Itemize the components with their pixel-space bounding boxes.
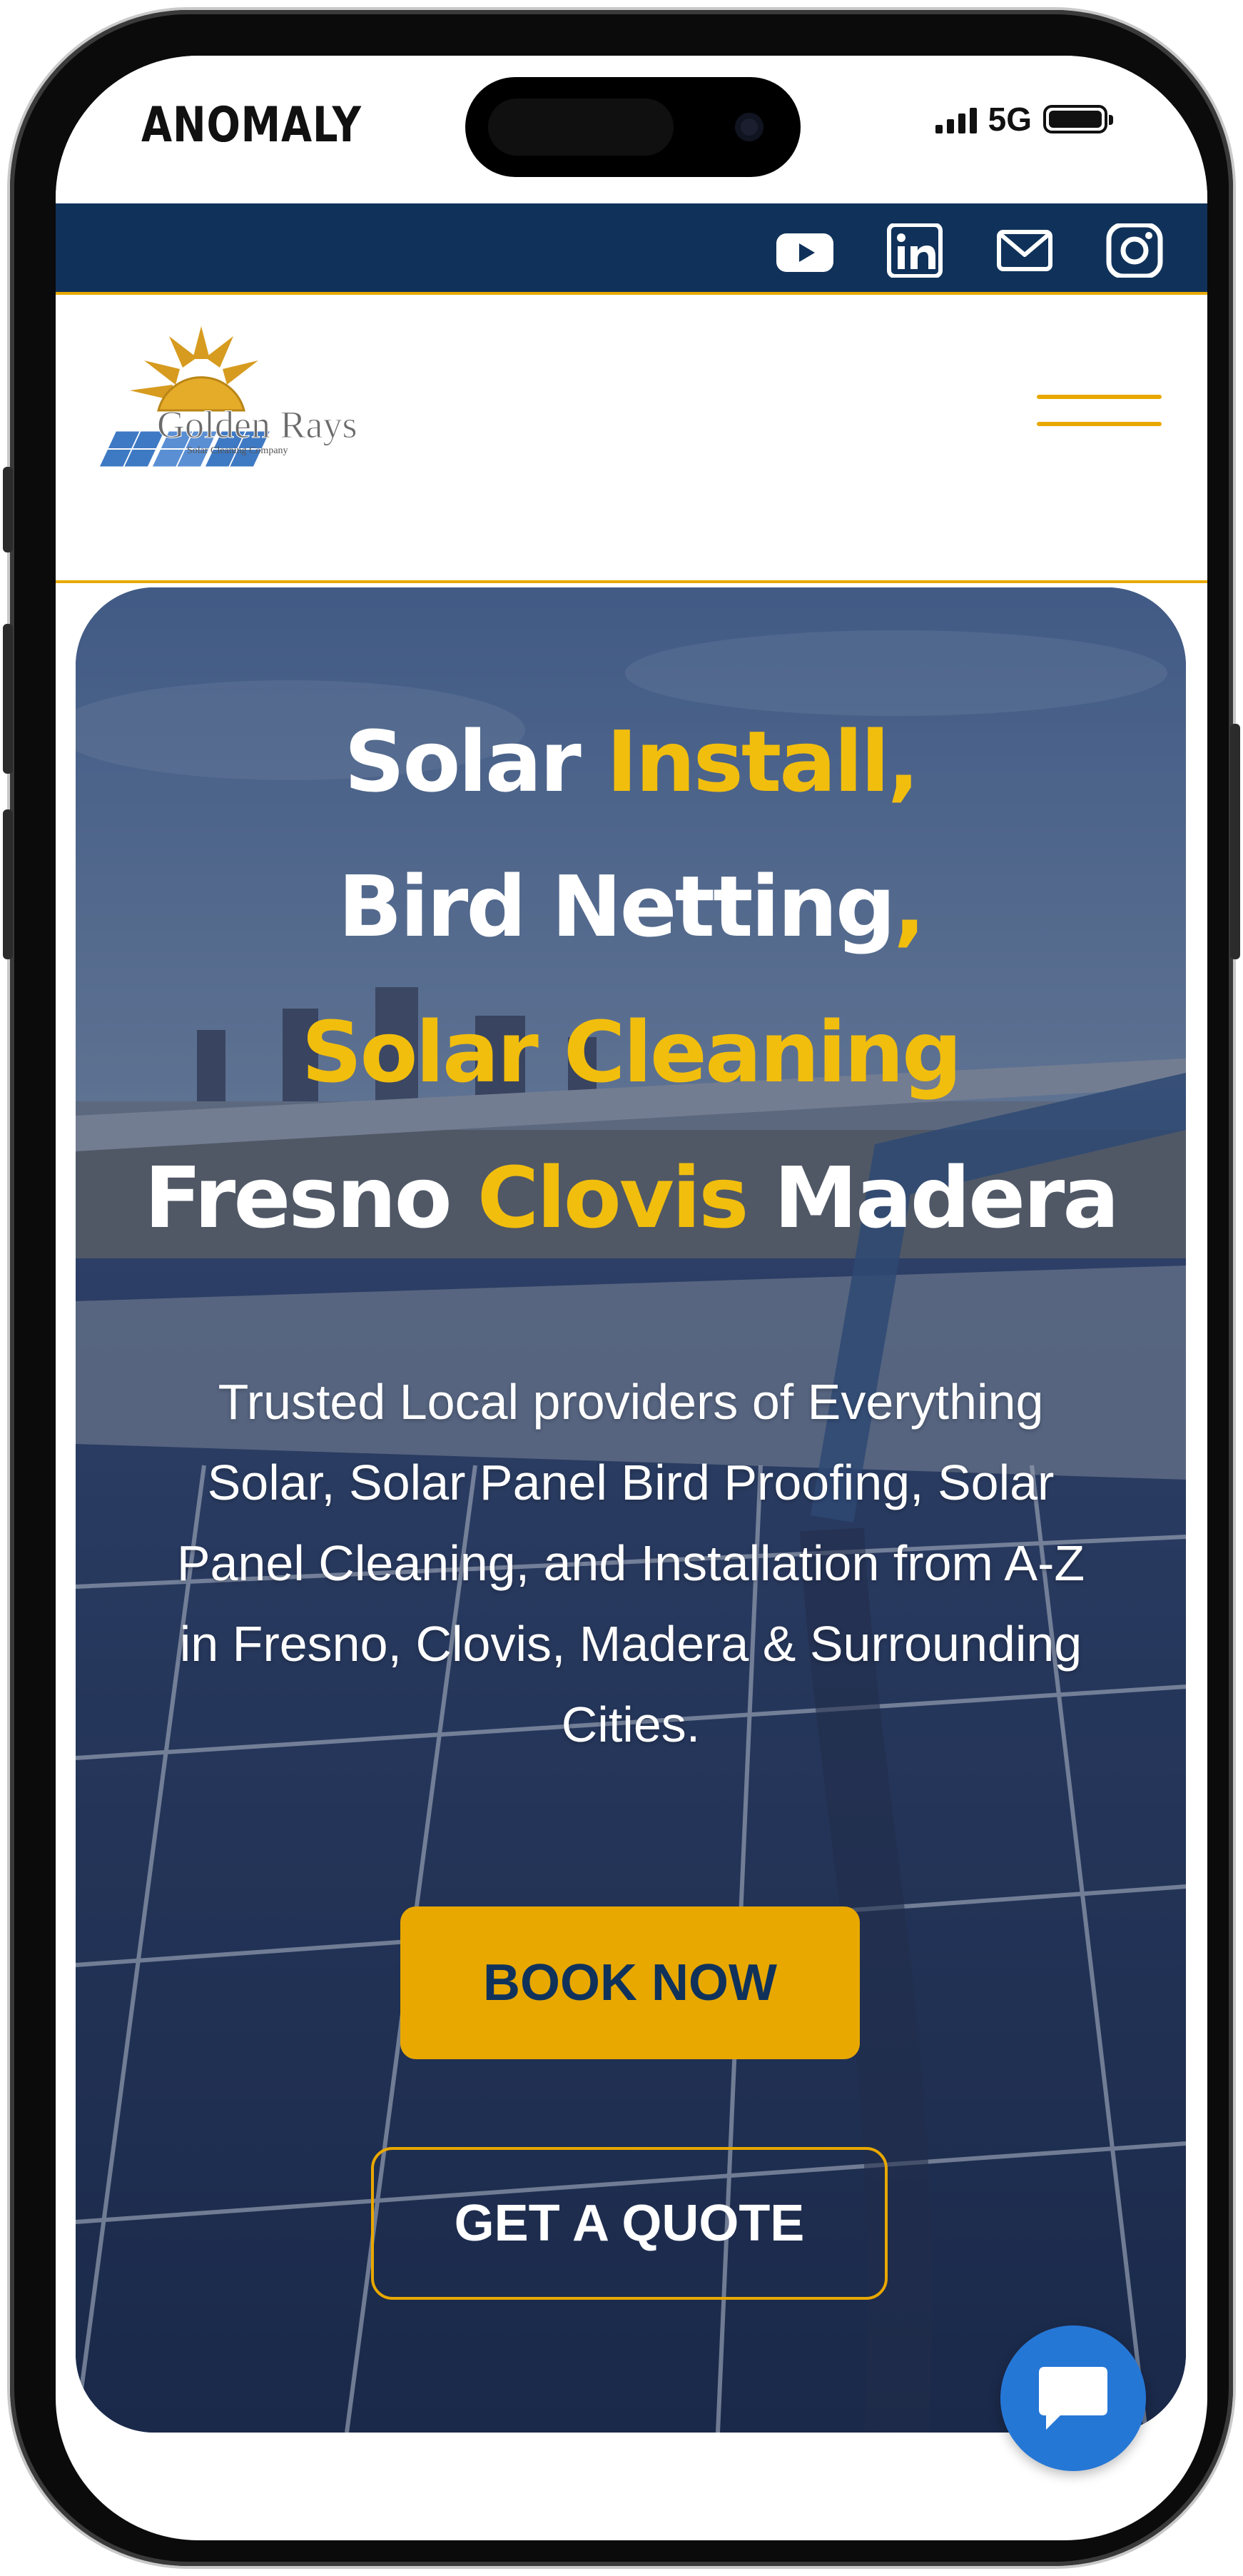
hero-content: Solar Install, Bird Netting, Solar Clean… (76, 587, 1186, 2433)
headline-madera: Madera (746, 1148, 1120, 1247)
headline-solar: Solar (344, 712, 607, 811)
logo-tagline: Solar Cleaning Company (187, 445, 288, 456)
camera-lens (735, 113, 763, 141)
instagram-icon[interactable] (1105, 223, 1165, 278)
headline-clovis: Clovis (477, 1148, 749, 1247)
battery-icon (1043, 105, 1113, 133)
signal-icon (935, 105, 977, 133)
headline-solar-cleaning: Solar Cleaning (301, 1003, 962, 1101)
chat-bubble-icon (1039, 2367, 1107, 2430)
chat-widget-button[interactable] (1000, 2325, 1146, 2471)
youtube-icon[interactable] (775, 223, 835, 278)
hero-section: Solar Install, Bird Netting, Solar Clean… (76, 587, 1186, 2433)
status-indicators: 5G (935, 100, 1113, 138)
site-header: Golden Rays Solar Cleaning Company (56, 295, 1207, 583)
carrier-label: ANOMALY (141, 97, 362, 153)
volume-down-button (3, 809, 13, 959)
golden-rays-logo[interactable]: Golden Rays Solar Cleaning Company (94, 323, 394, 502)
dynamic-island (465, 77, 801, 177)
mute-switch (3, 467, 13, 552)
headline-line-2: Bird Netting, (76, 864, 1186, 949)
headline-bird-netting: Bird Netting (338, 857, 896, 956)
headline-fresno: Fresno (144, 1148, 477, 1247)
get-a-quote-button[interactable]: GET A QUOTE (371, 2147, 888, 2300)
status-bar: ANOMALY 5G (56, 56, 1207, 203)
phone-frame: ANOMALY 5G Golden Rays Solar Cleaning Co… (3, 10, 1240, 2566)
network-label: 5G (988, 101, 1032, 138)
book-now-button[interactable]: BOOK NOW (400, 1906, 860, 2059)
logo-wordmark: Golden Rays (157, 403, 357, 446)
menu-button[interactable] (1037, 395, 1162, 426)
headline-comma: , (893, 857, 925, 956)
social-topbar (56, 203, 1207, 295)
power-button (1230, 724, 1240, 959)
linkedin-icon[interactable] (885, 223, 945, 278)
headline-line-1: Solar Install, (76, 719, 1186, 804)
headline-install: Install, (606, 712, 920, 811)
volume-up-button (3, 624, 13, 774)
headline-line-4: Fresno Clovis Madera (76, 1156, 1186, 1240)
mail-icon[interactable] (995, 223, 1055, 278)
hero-description: Trusted Local providers of Everything So… (176, 1374, 1085, 1752)
island-sensor (488, 99, 674, 156)
social-links (775, 223, 1165, 278)
screen: ANOMALY 5G Golden Rays Solar Cleaning Co… (56, 56, 1207, 2540)
headline-line-3: Solar Cleaning (76, 1010, 1186, 1094)
